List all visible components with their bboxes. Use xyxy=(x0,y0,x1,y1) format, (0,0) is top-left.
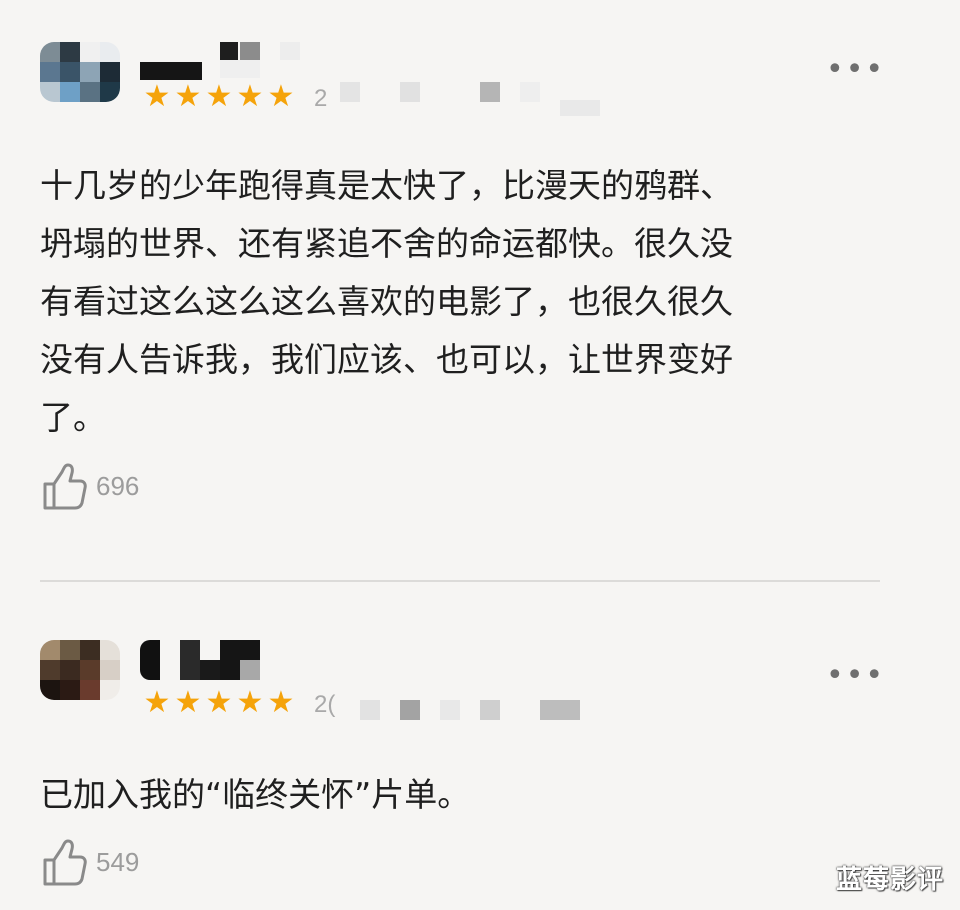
thumbs-up-icon xyxy=(43,463,87,510)
review-text: 已加入我的“临终关怀”片单。 xyxy=(40,775,471,814)
avatar[interactable] xyxy=(40,42,120,102)
star-icon: ★ xyxy=(236,79,264,114)
post-date: 2 xyxy=(314,85,328,112)
star-icon: ★ xyxy=(236,685,264,720)
star-icon: ★ xyxy=(143,685,171,720)
star-rating: ★ ★ ★ ★ ★ xyxy=(142,686,296,720)
review-card: ★ ★ ★ ★ ★ 2 ••• 十几岁的少年跑得真是太快了，比漫天的鸦群、 坍塌… xyxy=(0,0,960,580)
username-redacted[interactable] xyxy=(140,640,300,680)
more-horizontal-icon: ••• xyxy=(826,52,886,87)
review-card: ★ ★ ★ ★ ★ 2( ••• 已加入我的“临终关怀”片单。 549 xyxy=(0,582,960,910)
star-icon: ★ xyxy=(205,685,233,720)
star-icon: ★ xyxy=(174,685,202,720)
watermark: 蓝莓影评 xyxy=(835,865,944,895)
more-options-button[interactable]: ••• xyxy=(826,661,883,691)
post-date: 2( xyxy=(314,691,336,718)
like-count: 696 xyxy=(96,470,140,501)
like-count: 549 xyxy=(96,846,140,877)
star-icon: ★ xyxy=(267,79,295,114)
like-button[interactable]: 549 xyxy=(42,838,139,886)
star-icon: ★ xyxy=(267,685,295,720)
star-icon: ★ xyxy=(205,79,233,114)
thumbs-up-icon xyxy=(43,839,87,886)
star-icon: ★ xyxy=(143,79,171,114)
star-rating: ★ ★ ★ ★ ★ xyxy=(142,80,296,114)
username-redacted[interactable] xyxy=(140,42,300,80)
avatar[interactable] xyxy=(40,640,120,700)
star-icon: ★ xyxy=(174,79,202,114)
review-text: 十几岁的少年跑得真是太快了，比漫天的鸦群、 坍塌的世界、还有紧追不舍的命运都快。… xyxy=(40,166,733,437)
like-button[interactable]: 696 xyxy=(42,462,139,510)
more-horizontal-icon: ••• xyxy=(826,658,886,693)
more-options-button[interactable]: ••• xyxy=(826,55,883,85)
